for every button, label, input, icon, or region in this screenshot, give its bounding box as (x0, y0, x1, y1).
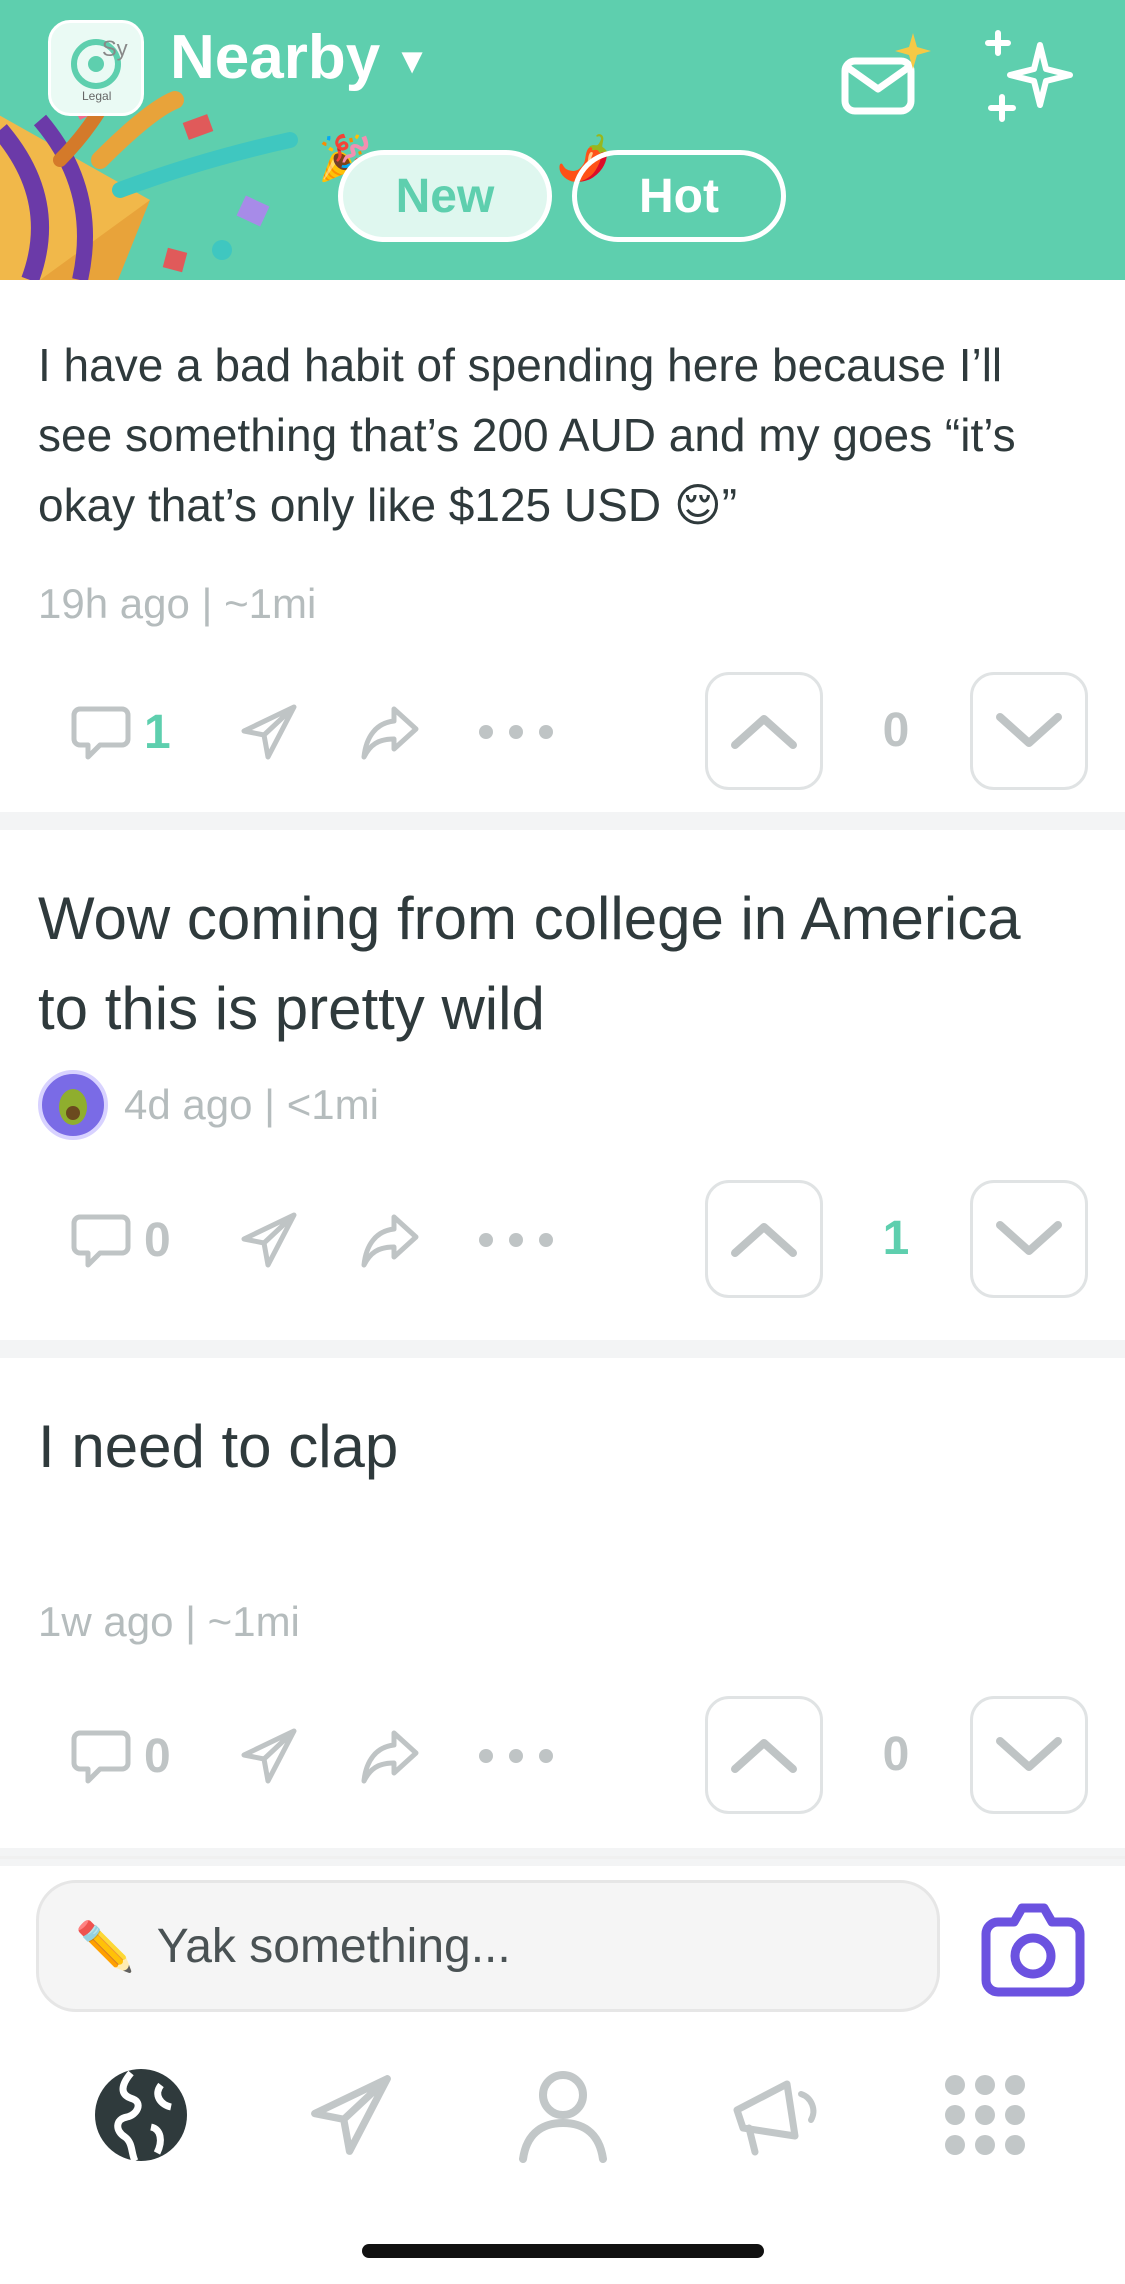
downvote-icon (996, 713, 1062, 747)
upvote-button[interactable] (705, 672, 823, 790)
comment-button[interactable]: 0 (70, 1696, 171, 1816)
compose-input[interactable]: ✏️ Yak something... (36, 1880, 940, 2012)
chevron-down-icon: ▼ (394, 39, 430, 81)
camera-button[interactable] (975, 1890, 1090, 2005)
post-time-distance: 4d ago | <1mi (124, 1081, 379, 1128)
page-title: Nearby (170, 23, 381, 92)
post-card[interactable]: Wow coming from college in America to th… (0, 830, 1125, 1340)
comment-button[interactable]: 0 (70, 1180, 171, 1300)
share-icon (361, 1214, 419, 1268)
upvote-icon (731, 1739, 797, 1773)
post-divider (0, 1340, 1125, 1358)
tab-new[interactable]: New (338, 150, 552, 242)
share-button[interactable] (358, 1696, 422, 1816)
nav-messages[interactable] (296, 2060, 406, 2170)
app-logo[interactable]: Sy Legal (48, 20, 144, 116)
send-icon (241, 704, 297, 760)
vote-score: 1 (882, 1212, 910, 1265)
post-actions: 0 1 (0, 1180, 1125, 1300)
nav-more[interactable] (930, 2060, 1040, 2170)
post-meta: 19h ago | ~1mi (38, 580, 316, 628)
downvote-button[interactable] (970, 1180, 1088, 1298)
downvote-icon (996, 1737, 1062, 1771)
share-icon (361, 1730, 419, 1784)
send-icon (311, 2075, 391, 2155)
post-meta: 4d ago | <1mi (38, 1070, 379, 1140)
profile-icon (519, 2071, 607, 2163)
location-selector[interactable]: Nearby ▼ (170, 22, 430, 93)
comment-count: 1 (144, 705, 171, 759)
logo-text: Sy (102, 36, 128, 61)
vote-score: 0 (882, 704, 910, 757)
comment-icon (71, 706, 131, 760)
downvote-icon (996, 1221, 1062, 1255)
post-actions: 1 0 (0, 672, 1125, 792)
post-text: I have a bad habit of spending here beca… (38, 339, 1016, 531)
send-icon (241, 1212, 297, 1268)
sparkles-button[interactable] (975, 20, 1085, 130)
share-button[interactable] (358, 672, 422, 792)
upvote-icon (731, 1223, 797, 1257)
more-icon (479, 725, 553, 739)
post-actions: 0 0 (0, 1696, 1125, 1816)
send-icon (241, 1728, 297, 1784)
post-time-distance: 1w ago | ~1mi (38, 1598, 300, 1645)
logo-mark-icon: Sy Legal (71, 36, 128, 103)
inbox-sparkle-icon (841, 33, 931, 115)
more-button[interactable] (476, 1696, 556, 1816)
nav-profile[interactable] (508, 2060, 618, 2170)
tab-hot[interactable]: Hot (572, 150, 786, 242)
pencil-icon: ✏️ (75, 1920, 135, 1974)
compose-placeholder: Yak something... (156, 1919, 511, 1973)
logo-subtext: Legal (82, 89, 111, 103)
downvote-button[interactable] (970, 1696, 1088, 1814)
globe-icon (95, 2069, 187, 2163)
upvote-button[interactable] (705, 1180, 823, 1298)
send-button[interactable] (238, 672, 300, 792)
camera-icon (981, 1903, 1084, 1996)
header: Sy Legal Nearby ▼ 🎉 🌶️ New Hot (0, 0, 1125, 280)
post-divider (0, 812, 1125, 830)
post-text: Wow coming from college in America to th… (38, 885, 1021, 1042)
home-indicator[interactable] (362, 2244, 764, 2258)
comment-icon (71, 1214, 131, 1268)
more-icon (479, 1749, 553, 1763)
post-time-distance: 19h ago | ~1mi (38, 580, 317, 627)
grid-icon (945, 2075, 1025, 2155)
send-button[interactable] (238, 1696, 300, 1816)
post-feed: I have a bad habit of spending here beca… (0, 280, 1125, 1866)
vote-score: 0 (882, 1728, 910, 1781)
compose-divider (0, 1856, 1125, 1859)
post-card[interactable]: I need to clap 1w ago | ~1mi 0 0 (0, 1358, 1125, 1848)
upvote-icon (731, 715, 797, 749)
feed-tabs: New Hot (338, 150, 786, 242)
post-card[interactable]: I have a bad habit of spending here beca… (0, 280, 1125, 812)
upvote-button[interactable] (705, 1696, 823, 1814)
comment-button[interactable]: 1 (70, 672, 171, 792)
avocado-avatar-icon (59, 1089, 87, 1125)
more-icon (479, 1233, 553, 1247)
inbox-button[interactable] (830, 20, 940, 130)
nav-notifications[interactable] (720, 2060, 830, 2170)
downvote-button[interactable] (970, 672, 1088, 790)
post-text: I need to clap (38, 1413, 399, 1480)
comment-count: 0 (144, 1729, 171, 1783)
avatar[interactable] (38, 1070, 108, 1140)
more-button[interactable] (476, 1180, 556, 1300)
megaphone-icon (733, 2080, 817, 2156)
comment-count: 0 (144, 1213, 171, 1267)
share-button[interactable] (358, 1180, 422, 1300)
comment-icon (71, 1730, 131, 1784)
post-meta: 1w ago | ~1mi (38, 1598, 300, 1646)
send-button[interactable] (238, 1180, 300, 1300)
more-button[interactable] (476, 672, 556, 792)
share-icon (361, 706, 419, 760)
nav-home[interactable] (86, 2060, 196, 2170)
sparkles-icon (985, 30, 1073, 122)
